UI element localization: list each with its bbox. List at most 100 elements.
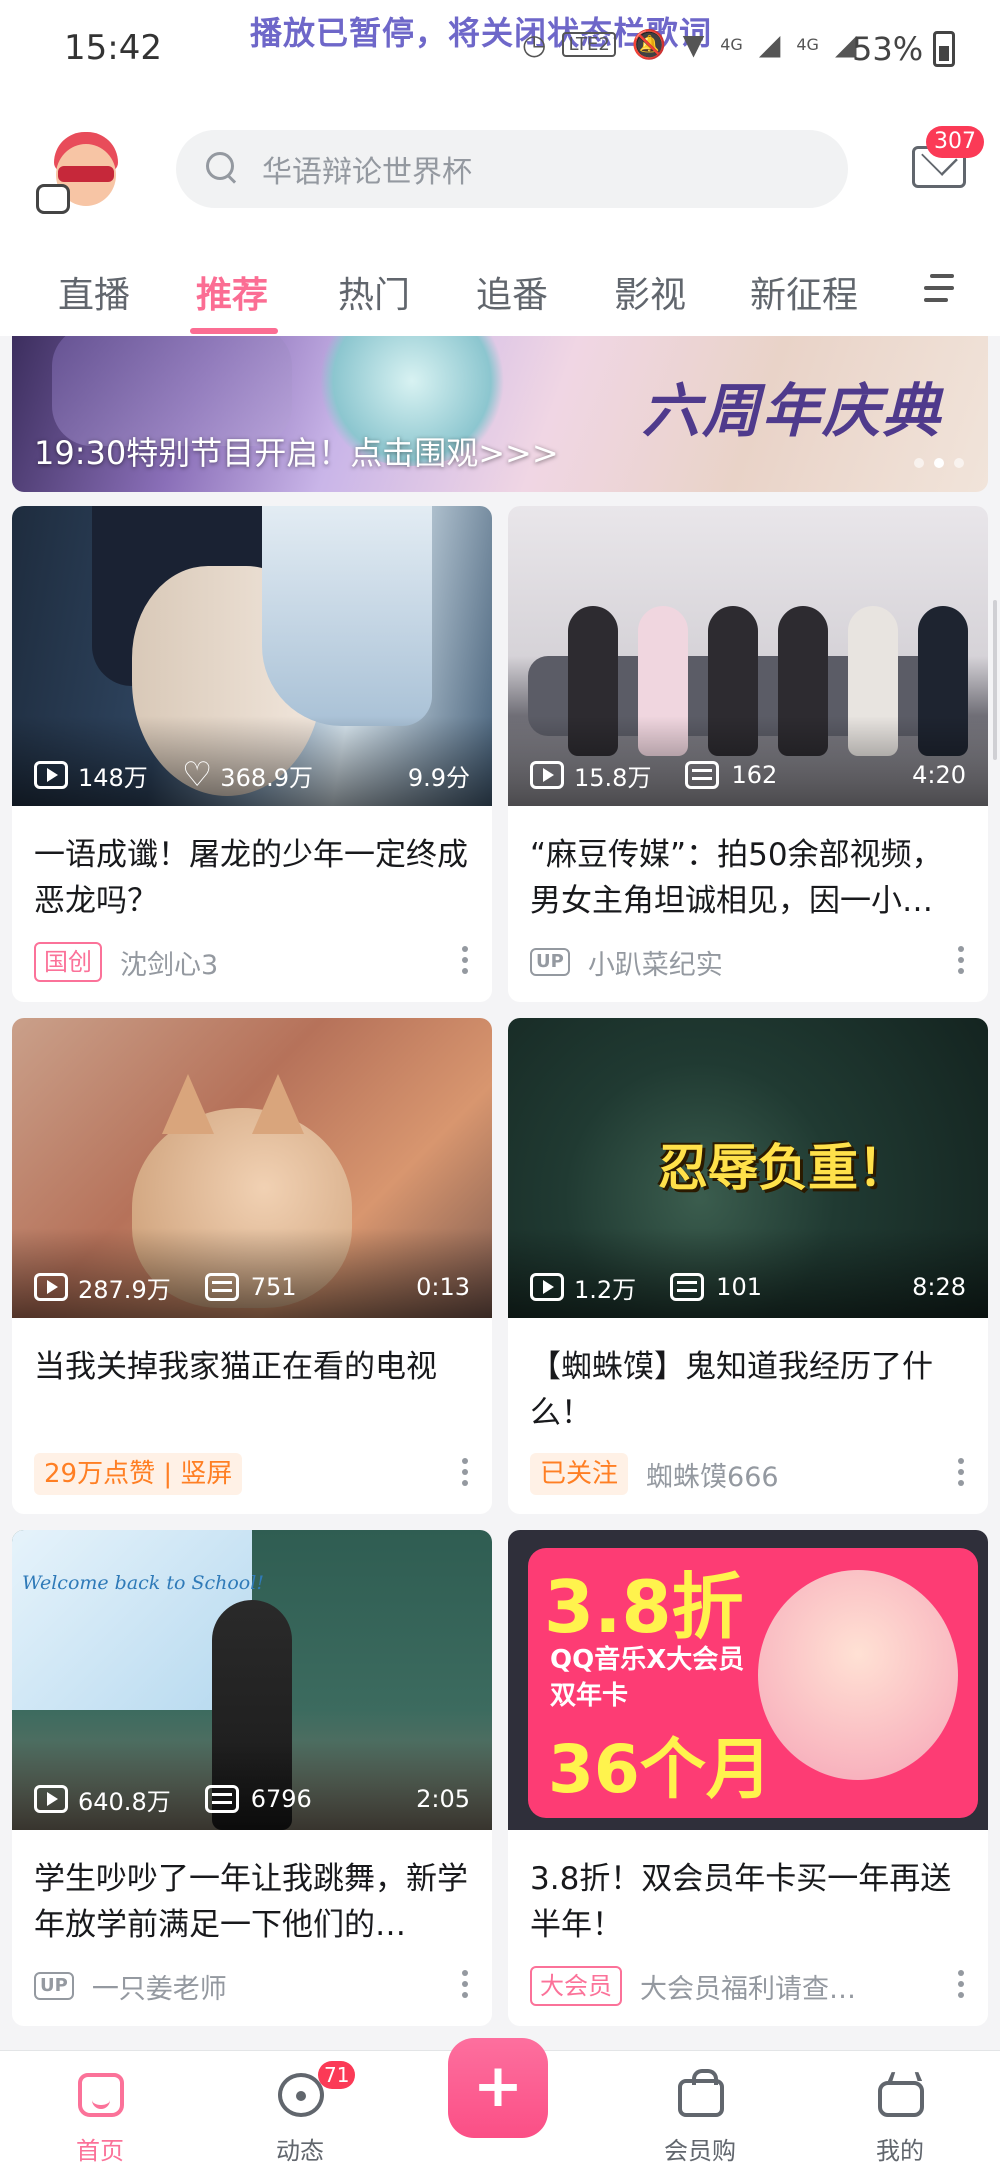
tab-hot[interactable]: 热门 [338,266,410,318]
video-duration: 2:05 [416,1785,470,1813]
ad-subtitle-line-2: 双年卡 [550,1681,629,1711]
dynamic-badge: 71 [318,2061,356,2089]
nav-home[interactable]: 首页 [30,2051,170,2167]
more-icon[interactable] [462,1458,470,1490]
author-name[interactable]: 沈剑心3 [120,943,218,982]
author-name[interactable]: 小趴菜纪实 [588,943,723,982]
more-icon[interactable] [462,946,470,978]
tab-film[interactable]: 影视 [614,266,686,318]
danmaku-icon [204,1785,239,1813]
category-tabs: 直播 推荐 热门 追番 影视 新征程 [0,246,1000,336]
video-title[interactable]: 学生吵吵了一年让我跳舞，新学年放学前满足一下他们的… [34,1856,470,1948]
battery-icon [933,31,956,67]
whiteboard-text: Welcome back to School! [22,1572,264,1594]
scrollbar[interactable] [993,600,997,760]
video-meta: UP 一只姜老师 [34,1964,470,2008]
tab-live[interactable]: 直播 [58,266,130,318]
status-bar: 15:42 播放已暂停，将关闭状态栏歌词 ◷ LTE2 🔕 ▼ 4G ◢ 4G … [0,0,1000,96]
play-count-icon [34,1785,68,1813]
danmaku-icon [204,1273,239,1301]
video-stats: 15.8万 162 4:20 [530,758,966,792]
play-count-icon [34,761,68,789]
video-thumbnail: 148万 ♡ 368.9万 9.9分 [12,506,492,806]
rating: 9.9分 [407,763,470,792]
banner-logo: 六周年庆典 [642,377,943,445]
video-title[interactable]: “麻豆传媒”：拍50余部视频，男女主角坦诚相见，因一小… [530,832,966,924]
video-title[interactable]: 当我关掉我家猫正在看的电视 [34,1344,470,1390]
status-icons: ◷ LTE2 🔕 ▼ 4G ◢ 4G ◢ [522,28,856,61]
lte-icon: LTE2 [562,32,616,57]
nav-dynamic-label: 动态 [276,2137,324,2165]
tab-new-journey[interactable]: 新征程 [750,266,858,318]
video-card[interactable]: 148万 ♡ 368.9万 9.9分 一语成谶！屠龙的少年一定终成恶龙吗？ 国创 … [12,506,492,1002]
video-thumbnail: 15.8万 162 4:20 [508,506,988,806]
avatar[interactable] [34,124,130,220]
shopping-bag-icon [678,2069,724,2117]
wifi-icon: ▼ [682,28,705,61]
video-card[interactable]: 15.8万 162 4:20 “麻豆传媒”：拍50余部视频，男女主角坦诚相见，因… [508,506,988,1002]
author-name[interactable]: 一只姜老师 [92,1967,227,2006]
banner-caption: 19:30特别节目开启！点击围观>>> [34,434,559,472]
video-title[interactable]: 【蜘蛛馍】鬼知道我经历了什么！ [530,1344,966,1436]
avatar-mask [58,166,114,182]
up-badge: UP [34,1972,74,2000]
danmaku-icon [670,1273,705,1301]
tab-anime[interactable]: 追番 [476,266,548,318]
ad-subtitle: QQ音乐X大会员 双年卡 [550,1642,744,1714]
nav-mall[interactable]: 会员购 [630,2051,770,2167]
ad-duration: 36个月 [548,1731,772,1808]
video-meta: 国创 沈剑心3 [34,940,470,984]
danmaku-count: 162 [731,761,778,789]
video-stats: 640.8万 6796 2:05 [34,1782,470,1816]
ad-card[interactable]: 3.8折 QQ音乐X大会员 双年卡 36个月 3.8折！双会员年卡买一年再送半年… [508,1530,988,2026]
video-title[interactable]: 3.8折！双会员年卡买一年再送半年！ [530,1856,966,1948]
pinwheel-icon [278,2073,324,2117]
tab-recommend[interactable]: 推荐 [196,266,268,318]
mute-icon: 🔕 [631,28,667,61]
video-stats: 287.9万 751 0:13 [34,1270,470,1304]
more-icon[interactable] [462,1970,470,2002]
publish-button[interactable]: + [448,2038,548,2138]
followed-tag: 已关注 [530,1453,629,1495]
menu-icon[interactable] [924,274,954,304]
nav-mine[interactable]: 我的 [830,2051,970,2167]
danmaku-count: 101 [716,1273,762,1301]
video-thumbnail: 忍辱负重！ 1.2万 101 8:28 [508,1018,988,1318]
home-icon [78,2073,124,2117]
more-icon[interactable] [958,946,966,978]
video-card[interactable]: 287.9万 751 0:13 当我关掉我家猫正在看的电视 29万点赞 | 竖屏 [12,1018,492,1514]
video-duration: 4:20 [912,761,966,789]
video-meta: 29万点赞 | 竖屏 [34,1452,470,1496]
top-header: 华语辩论世界杯 307 [0,96,1000,246]
author-name[interactable]: 大会员福利请查… [640,1967,856,2006]
play-count: 287.9万 [78,1275,171,1304]
mail-badge: 307 [926,126,984,158]
network-2-label: 4G [796,35,819,54]
nav-dynamic[interactable]: 71 动态 [230,2051,370,2167]
search-placeholder: 华语辩论世界杯 [262,155,472,190]
play-count-icon [530,761,564,789]
video-stats: 1.2万 101 8:28 [530,1270,966,1304]
more-icon[interactable] [958,1970,966,2002]
active-tab-indicator [190,328,278,334]
nav-home-label: 首页 [76,2137,124,2165]
author-name[interactable]: 蜘蛛馍666 [646,1455,779,1494]
play-count: 1.2万 [574,1275,637,1304]
video-title[interactable]: 一语成谶！屠龙的少年一定终成恶龙吗？ [34,832,470,924]
video-card[interactable]: Welcome back to School! 640.8万 6796 2:05… [12,1530,492,2026]
video-meta: 已关注 蜘蛛馍666 [530,1452,966,1496]
play-count-icon [530,1273,564,1301]
video-duration: 0:13 [416,1273,470,1301]
more-icon[interactable] [958,1458,966,1490]
tv-icon [878,2081,924,2117]
search-bar[interactable]: 华语辩论世界杯 [176,130,848,208]
heart-icon: ♡ [181,755,213,795]
promo-banner[interactable]: 六周年庆典 19:30特别节目开启！点击围观>>> [12,336,988,492]
video-meta: UP 小趴菜纪实 [530,940,966,984]
video-card[interactable]: 忍辱负重！ 1.2万 101 8:28 【蜘蛛馍】鬼知道我经历了什么！ 已关注 … [508,1018,988,1514]
thumbnail-caption: 忍辱负重！ [658,1139,908,1197]
play-count: 148万 [78,763,148,792]
video-thumbnail: 287.9万 751 0:13 [12,1018,492,1318]
play-count: 640.8万 [78,1787,171,1816]
network-1-label: 4G [720,35,743,54]
